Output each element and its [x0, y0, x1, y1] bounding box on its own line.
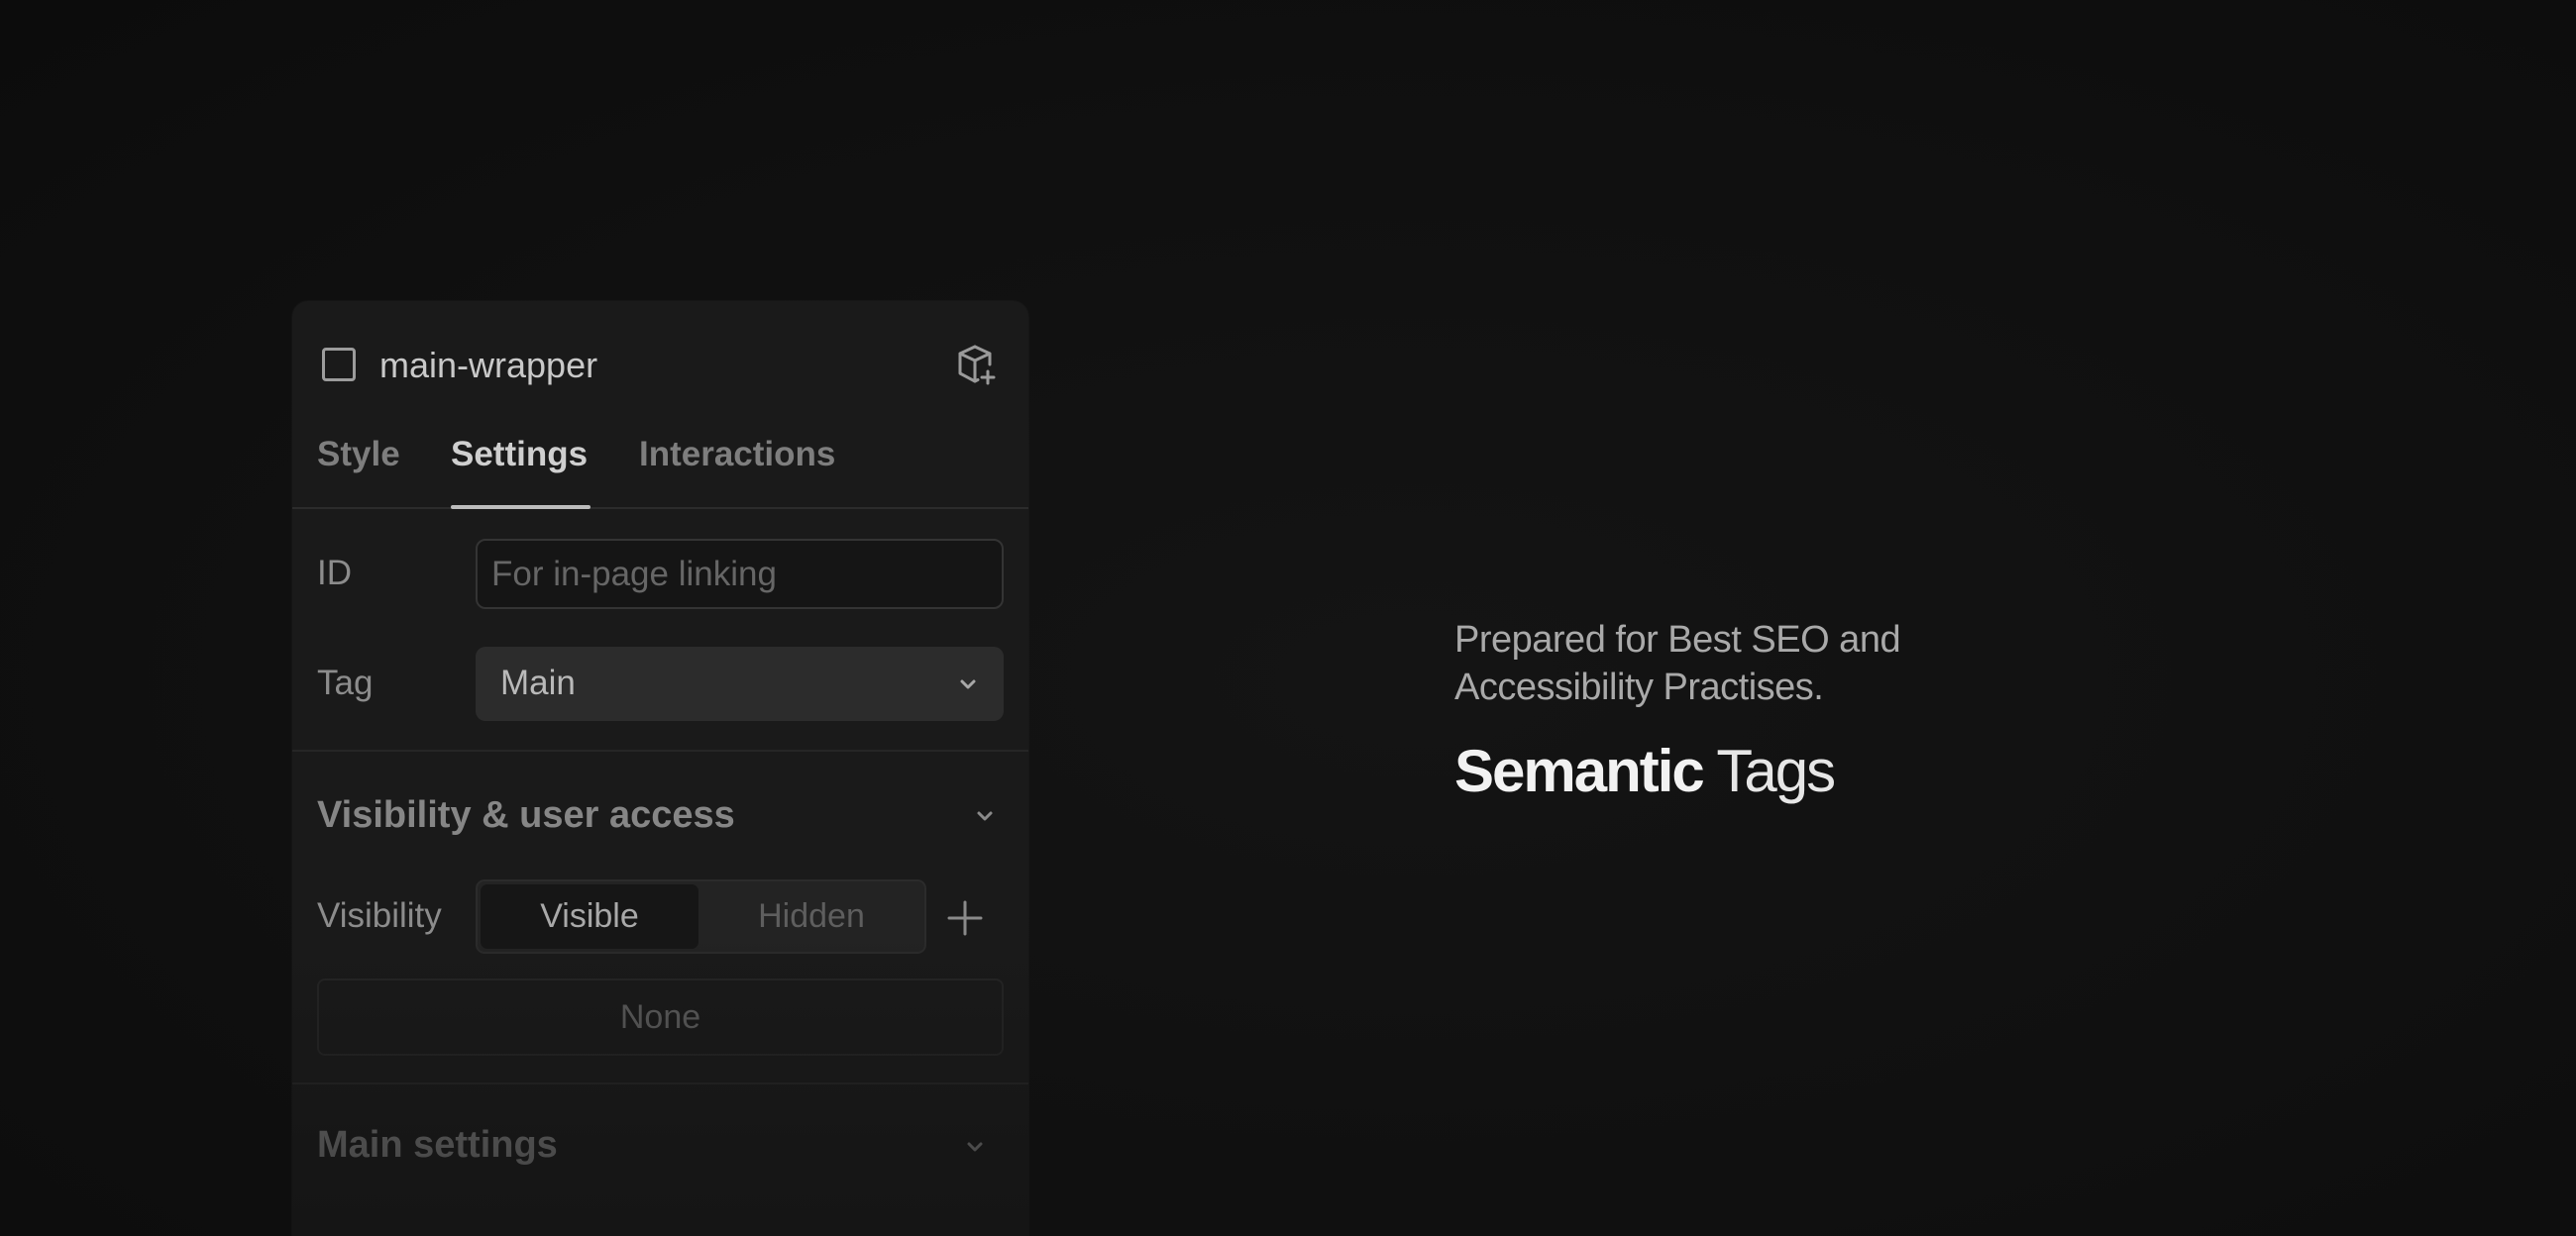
tab-settings[interactable]: Settings	[451, 434, 588, 475]
user-access-none[interactable]: None	[317, 978, 1004, 1056]
tag-label: Tag	[317, 664, 374, 702]
visibility-segmented-control: Visible Hidden	[476, 879, 926, 954]
promo-line-2: Accessibility Practises.	[1454, 667, 1824, 708]
promo-headline-light: Tags	[1716, 738, 1836, 804]
square-outline-icon	[322, 348, 356, 381]
settings-panel: main-wrapper Style Settings Interactions…	[292, 301, 1028, 1236]
main-settings-section-title[interactable]: Main settings	[317, 1122, 558, 1168]
element-name: main-wrapper	[379, 345, 598, 385]
panel-tabs: Style Settings Interactions	[292, 412, 1028, 509]
visibility-label: Visibility	[317, 896, 442, 935]
chevron-down-icon	[960, 679, 976, 689]
section-divider	[292, 1082, 1028, 1084]
cube-plus-icon[interactable]	[951, 341, 999, 388]
promo-line-1: Prepared for Best SEO and	[1454, 619, 1901, 661]
promo-headline: Semantic Tags	[1454, 737, 2148, 806]
id-input[interactable]	[476, 539, 1004, 609]
promo-headline-bold: Semantic	[1454, 738, 1705, 804]
visibility-option-hidden[interactable]: Hidden	[701, 884, 921, 949]
promo-copy: Prepared for Best SEO and Accessibility …	[1454, 616, 2148, 806]
stage: main-wrapper Style Settings Interactions…	[0, 0, 2576, 1236]
tag-select-value: Main	[500, 664, 576, 702]
tab-interactions[interactable]: Interactions	[639, 434, 835, 475]
plus-icon[interactable]	[946, 899, 984, 937]
section-divider	[292, 750, 1028, 752]
chevron-down-icon[interactable]	[971, 802, 999, 830]
chevron-down-icon[interactable]	[961, 1133, 989, 1161]
active-tab-indicator	[451, 505, 590, 509]
visibility-option-visible[interactable]: Visible	[481, 884, 698, 949]
panel-header: main-wrapper	[322, 341, 999, 390]
tab-style[interactable]: Style	[317, 434, 400, 475]
tag-select[interactable]: Main	[476, 647, 1004, 721]
id-label: ID	[317, 554, 352, 592]
visibility-section-title[interactable]: Visibility & user access	[317, 792, 735, 838]
